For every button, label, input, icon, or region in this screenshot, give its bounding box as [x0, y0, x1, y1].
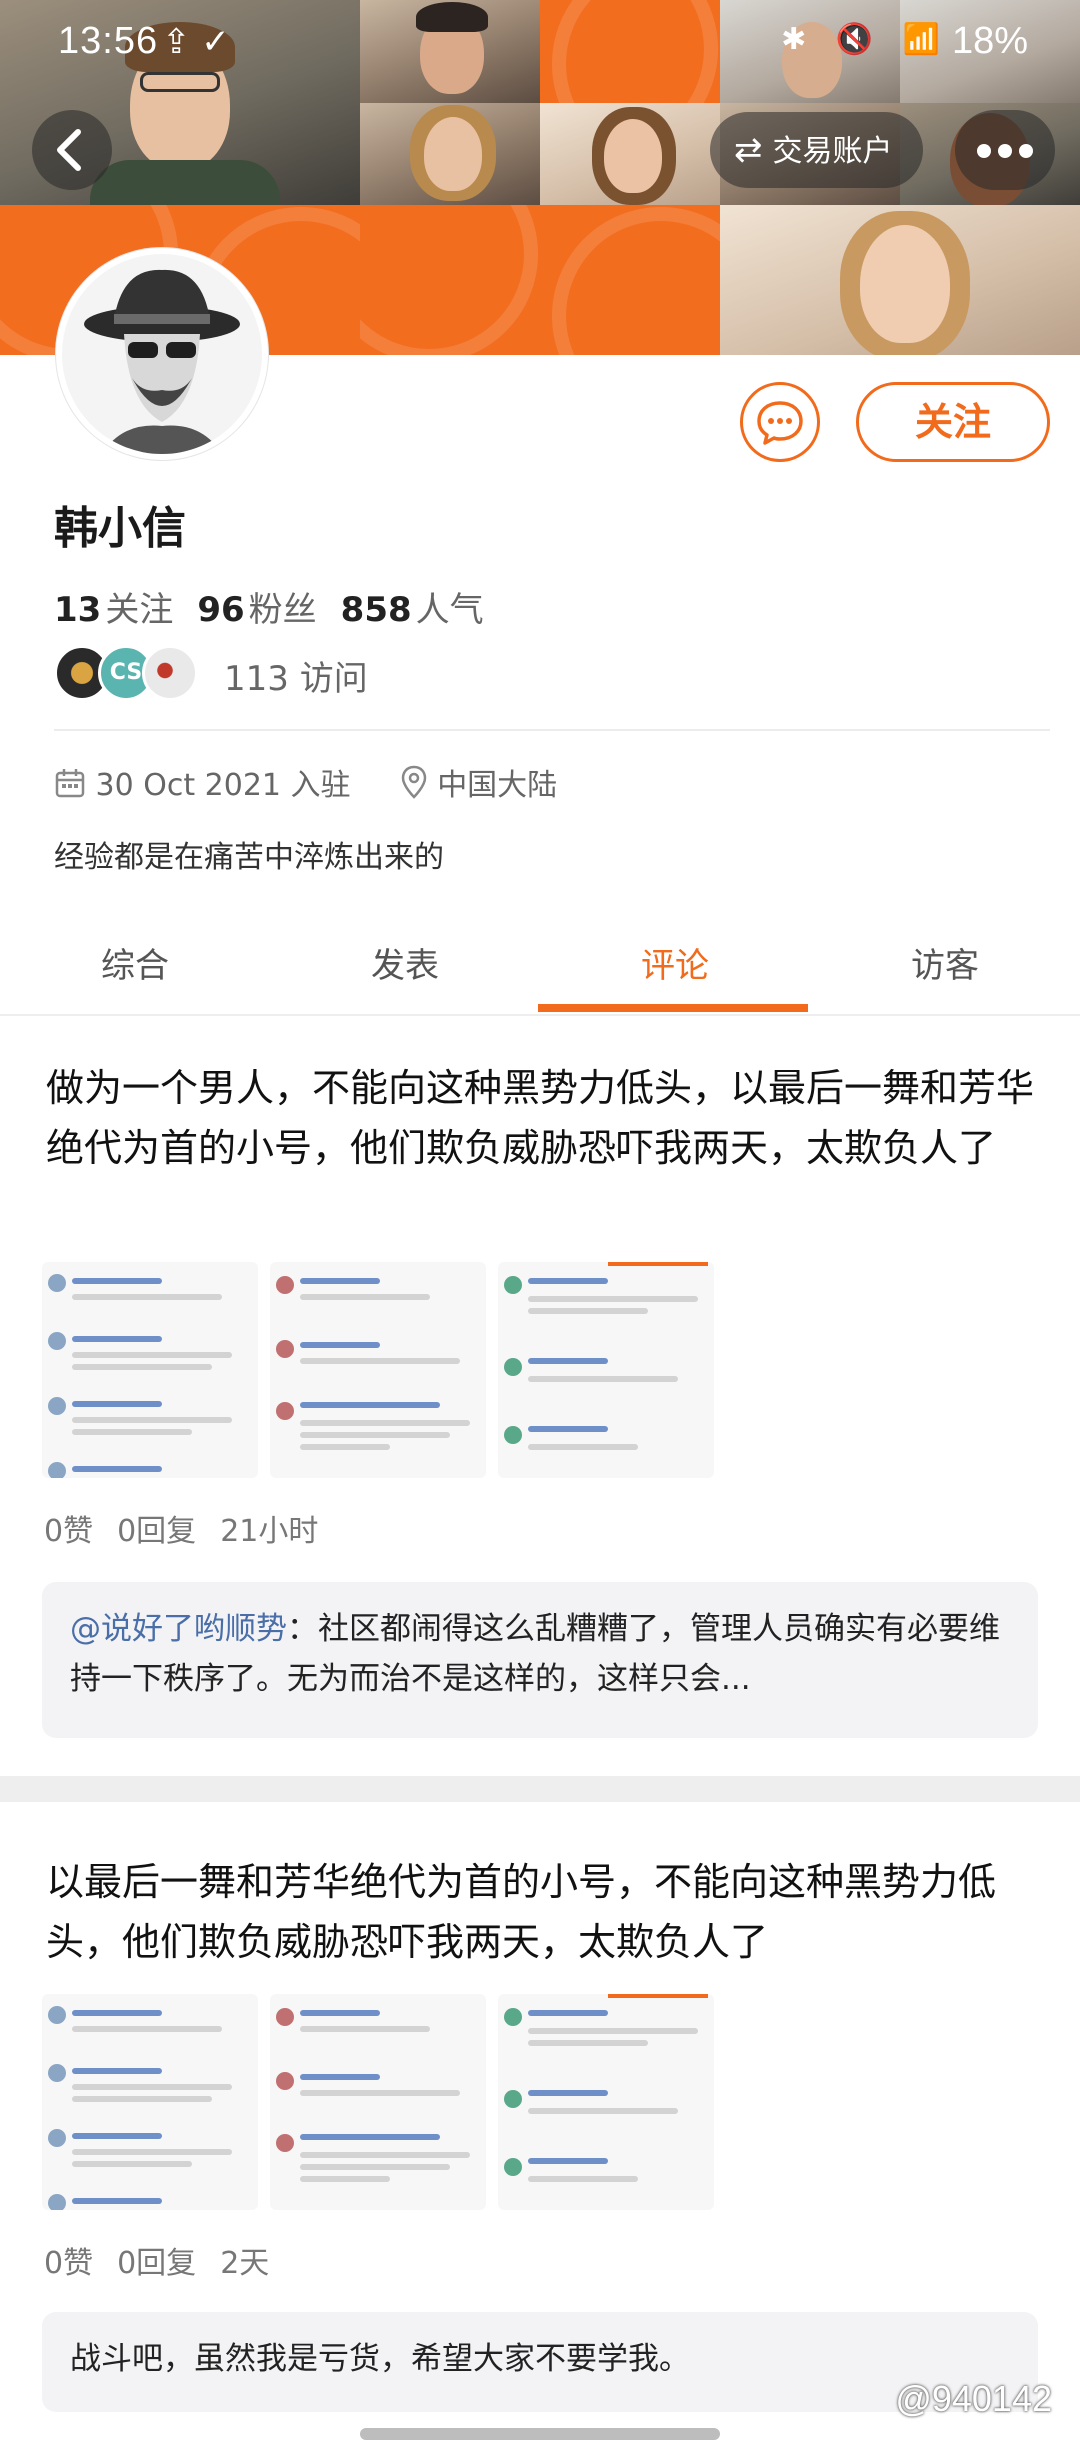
- banner-photo-tile: [540, 103, 720, 206]
- banner-photo-tile: [720, 205, 1080, 355]
- chat-bubble-icon: [757, 401, 803, 445]
- divider: [54, 729, 1050, 731]
- status-time: 13:56: [58, 20, 159, 62]
- reply-preview[interactable]: @说好了哟顺势：社区都闹得这么乱糟糟了，管理人员确实有必要维持一下秩序了。无为而…: [42, 1582, 1038, 1738]
- upload-download-icon: ⇪ ✓: [162, 22, 230, 62]
- more-dot-icon: [998, 144, 1012, 158]
- post-text[interactable]: 以最后一舞和芳华绝代为首的小号，不能向这种黑势力低头，他们欺负威胁恐吓我两天，太…: [46, 1852, 1046, 1972]
- follow-button[interactable]: 关注: [856, 382, 1050, 462]
- reply-preview[interactable]: 战斗吧，虽然我是亏货，希望大家不要学我。: [42, 2312, 1038, 2412]
- visitor-avatar: [142, 645, 198, 701]
- post-separator: [0, 1776, 1080, 1802]
- reply-text: 战斗吧，虽然我是亏货，希望大家不要学我。: [70, 2341, 690, 2377]
- reply-count[interactable]: 0回复: [117, 1514, 196, 1549]
- watermark: @940142: [895, 2378, 1052, 2419]
- popularity-count: 858: [340, 590, 412, 630]
- status-bar: 13:56 ⇪ ✓ ✱ 🔇 📶 18%: [0, 0, 1080, 88]
- profile-meta: 30 Oct 2021 入驻 中国大陆: [54, 760, 557, 807]
- avatar-illustration: [84, 269, 240, 454]
- banner-photo-tile: [360, 103, 540, 206]
- reply-count[interactable]: 0回复: [117, 2246, 196, 2281]
- post-meta: 0赞 0回复 21小时: [44, 1506, 318, 1550]
- popularity-label: 人气: [415, 590, 484, 630]
- profile-stats: 13 关注 96 粉丝 858 人气: [54, 582, 484, 631]
- followers-label[interactable]: 粉丝: [249, 590, 317, 630]
- like-count[interactable]: 0赞: [44, 2246, 93, 2281]
- profile-bio: 经验都是在痛苦中淬炼出来的: [54, 840, 444, 875]
- joined-date: 30 Oct 2021 入驻: [95, 768, 351, 803]
- post-meta: 0赞 0回复 2天: [44, 2238, 269, 2282]
- tab-overview[interactable]: 综合: [0, 938, 270, 987]
- location-text: 中国大陆: [437, 768, 558, 803]
- profile-tabs: 综合 发表 评论 访客: [0, 920, 1080, 1016]
- tab-visitors[interactable]: 访客: [810, 938, 1080, 987]
- trade-account-button[interactable]: ⇄ 交易账户: [710, 112, 923, 188]
- post-image-thumbnail[interactable]: [270, 1262, 486, 1478]
- more-dot-icon: [1019, 144, 1033, 158]
- active-tab-indicator: [538, 1004, 808, 1012]
- post-image-thumbnail[interactable]: [42, 1994, 258, 2210]
- message-button[interactable]: [740, 382, 820, 462]
- signal-icons: ✱ 🔇 📶: [781, 22, 950, 57]
- more-dot-icon: [977, 144, 991, 158]
- tab-comments[interactable]: 评论: [540, 938, 810, 987]
- reply-user[interactable]: @说好了哟顺势: [70, 1611, 287, 1647]
- followers-count[interactable]: 96: [197, 590, 244, 630]
- calendar-icon: [54, 767, 86, 807]
- location-pin-icon: [400, 765, 428, 807]
- post-time: 21小时: [220, 1514, 319, 1549]
- banner-pattern-tile: [360, 205, 720, 355]
- trade-account-label: 交易账户: [772, 134, 893, 169]
- visits-count: 113 访问: [224, 659, 368, 699]
- chevron-left-icon: [57, 129, 81, 171]
- post-image-thumbnail[interactable]: [270, 1994, 486, 2210]
- like-count[interactable]: 0赞: [44, 1514, 93, 1549]
- post-image-thumbnail[interactable]: [498, 1262, 714, 1478]
- back-button[interactable]: [32, 110, 112, 190]
- swap-icon: ⇄: [734, 130, 763, 170]
- more-options-button[interactable]: [955, 110, 1055, 190]
- post-time: 2天: [220, 2246, 270, 2281]
- home-indicator[interactable]: [360, 2428, 720, 2440]
- post-image-thumbnail[interactable]: [498, 1994, 714, 2210]
- following-count[interactable]: 13: [54, 590, 101, 630]
- following-label[interactable]: 关注: [105, 590, 173, 630]
- battery-level: 18%: [951, 20, 1028, 62]
- tab-posts[interactable]: 发表: [270, 938, 540, 987]
- profile-name: 韩小信: [54, 503, 186, 554]
- profile-avatar[interactable]: [56, 248, 268, 460]
- post-image-thumbnail[interactable]: [42, 1262, 258, 1478]
- post-text[interactable]: 做为一个男人，不能向这种黑势力低头，以最后一舞和芳华绝代为首的小号，他们欺负威胁…: [46, 1058, 1046, 1178]
